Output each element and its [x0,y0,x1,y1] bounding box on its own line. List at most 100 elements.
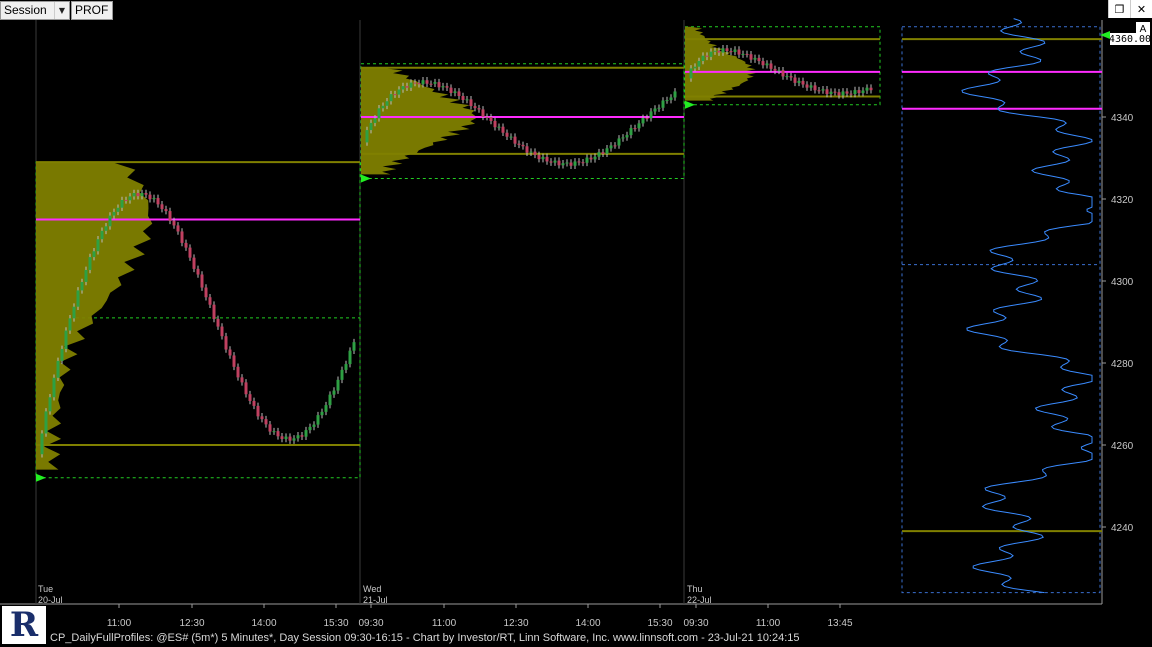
candle [377,108,381,119]
candle [224,336,228,350]
candle [252,400,256,406]
candle [164,209,168,212]
candle [589,157,593,160]
candle [401,86,405,90]
candle [60,348,64,361]
candle [757,57,761,62]
candle [481,109,485,117]
candle [837,92,841,96]
candle [260,416,264,420]
candle [493,120,497,128]
day-label: Thu [687,584,703,594]
candle [509,136,513,138]
candle [208,297,212,305]
volume-profile [36,162,153,470]
candle [653,108,657,112]
candle [565,162,569,164]
candle [44,411,48,434]
candle [457,91,461,97]
candle [585,157,589,163]
candle [849,93,853,95]
candle [292,438,296,441]
candle [581,162,585,164]
candle [865,87,869,91]
candle [132,193,136,197]
candle [340,369,344,380]
candle [268,424,272,432]
candle [108,215,112,227]
candle [513,136,517,144]
candle [525,146,529,153]
composite-range-box [901,26,1101,594]
x-tick-label: 12:30 [503,618,528,629]
candle [365,130,369,143]
candle [621,137,625,139]
date-label: 21-Jul [363,595,388,605]
volume-profile [685,26,757,101]
candle [717,50,721,53]
y-tick-label: 4240 [1111,523,1134,534]
candle [409,82,413,88]
candle [300,435,304,437]
candle [801,80,805,85]
candle [569,162,573,166]
y-tick-label: 4300 [1111,277,1134,288]
candle [789,76,793,78]
candle [781,70,785,77]
candle [56,360,60,378]
candle [80,281,84,291]
candle [641,117,645,124]
candle [72,306,76,319]
candle [417,82,421,85]
candle [248,394,252,401]
candle [40,433,44,455]
x-tick-label: 09:30 [683,618,708,629]
candle [853,90,857,95]
candle [657,107,661,109]
candle [869,87,873,91]
candle [184,242,188,248]
candle [645,117,649,119]
candle [304,430,308,437]
candle [405,86,409,88]
candle [773,68,777,71]
candle [833,91,837,93]
candle [437,82,441,88]
candle [152,197,156,200]
candle [120,199,124,208]
candle [393,94,397,96]
candle [84,269,88,282]
candle [449,87,453,93]
candle [96,239,100,252]
candle [809,85,813,88]
candle [817,90,821,92]
candle [573,161,577,166]
candle [348,350,352,365]
candle [605,148,609,154]
candle [232,355,236,367]
candle [557,160,561,166]
candle [264,419,268,425]
date-label: 20-Jul [38,595,63,605]
candle [665,100,669,102]
candle [308,426,312,431]
y-tick-label: 4260 [1111,441,1134,452]
price-chart[interactable]: 4240 4260 4280 4300 4320 4340 11:00 12:30 14:00 1… [0,0,1152,647]
x-tick-label: 12:30 [179,618,204,629]
candle [381,105,385,109]
candle [433,82,437,84]
candle [256,405,260,417]
candle [861,90,865,94]
y-tick-label: 4280 [1111,359,1134,370]
candle [477,108,481,110]
candle [541,156,545,160]
candle [148,194,152,200]
candle [316,415,320,425]
candle [288,436,292,441]
candle [497,126,501,128]
candle [220,326,224,337]
candle [857,90,861,94]
day-label: Tue [38,584,53,594]
candle [709,51,713,57]
x-tick-label: 14:00 [575,618,600,629]
